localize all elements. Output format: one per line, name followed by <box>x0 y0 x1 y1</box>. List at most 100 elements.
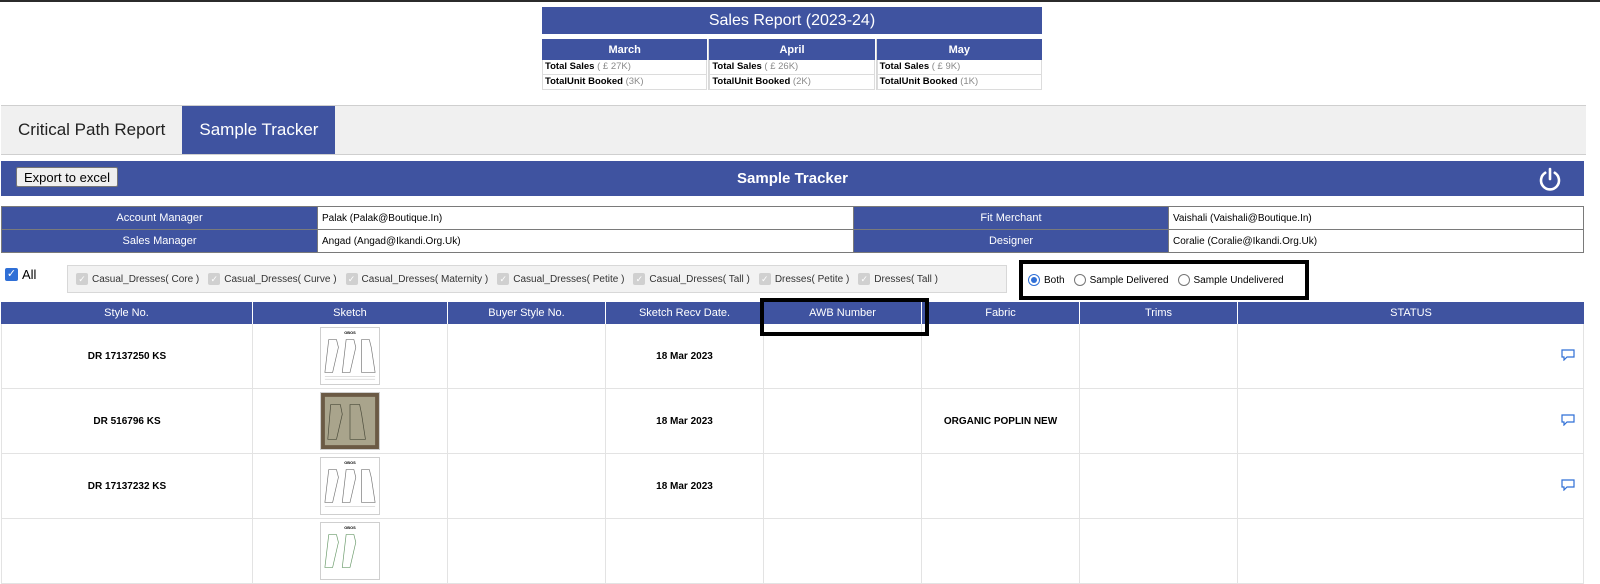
style-no-cell <box>1 519 253 583</box>
table-row: DR 516796 KS 18 Mar 2023 ORGANIC POPLIN … <box>1 389 1584 454</box>
radio-sample-delivered[interactable]: Sample Delivered <box>1073 274 1169 286</box>
total-sales-row: Total Sales ( £ 9K) <box>876 60 1042 75</box>
radio-button[interactable] <box>1073 274 1086 286</box>
checkbox-check-icon: ✓ <box>345 273 358 285</box>
category-checkbox[interactable]: ✓ Casual_Dresses( Petite ) <box>497 273 624 285</box>
export-to-excel-button[interactable]: Export to excel <box>16 167 118 187</box>
all-checkbox-wrap[interactable]: ✓ All <box>5 267 36 282</box>
comment-icon[interactable] <box>1561 349 1575 361</box>
account-manager-value: Palak (Palak@Boutique.In) <box>317 206 854 230</box>
grid-header: Style No. Sketch Buyer Style No. Sketch … <box>1 302 1584 324</box>
trims-cell <box>1080 454 1238 518</box>
category-label: Casual_Dresses( Curve ) <box>224 273 337 285</box>
month-name: March <box>542 39 708 60</box>
units-booked-row: TotalUnit Booked (2K) <box>709 75 875 90</box>
checkbox-check-icon: ✓ <box>497 273 510 285</box>
sketch-cell: OBOS <box>253 519 448 583</box>
header-status[interactable]: STATUS <box>1238 302 1584 324</box>
category-checkbox[interactable]: ✓ Dresses( Tall ) <box>858 273 938 285</box>
buyer-style-no-cell <box>448 519 606 583</box>
delivery-status-radio-group: Both Sample Delivered Sample Undelivered <box>1019 260 1309 300</box>
fit-merchant-label: Fit Merchant <box>853 206 1169 230</box>
awb-number-cell[interactable] <box>764 454 922 518</box>
total-sales-row: Total Sales ( £ 27K) <box>542 60 708 75</box>
awb-number-cell[interactable] <box>764 519 922 583</box>
radio-button[interactable] <box>1028 274 1040 286</box>
checkbox-check-icon: ✓ <box>633 273 646 285</box>
top-border <box>0 0 1600 2</box>
header-awb-number[interactable]: AWB Number <box>764 302 922 324</box>
style-no-cell: DR 17137232 KS <box>1 454 253 518</box>
sketch-thumbnail[interactable]: OBOS <box>320 327 380 385</box>
header-trims[interactable]: Trims <box>1080 302 1238 324</box>
units-booked-label: TotalUnit Booked <box>545 76 623 87</box>
sample-grid: Style No. Sketch Buyer Style No. Sketch … <box>1 302 1584 584</box>
category-checkbox[interactable]: ✓ Dresses( Petite ) <box>758 273 850 285</box>
category-label: Casual_Dresses( Core ) <box>92 273 200 285</box>
category-label: Dresses( Petite ) <box>774 273 850 285</box>
sketch-cell: OBOS <box>253 324 448 388</box>
tab-sample-tracker[interactable]: Sample Tracker <box>182 106 336 154</box>
header-sketch-recv-date[interactable]: Sketch Recv Date. <box>606 302 764 324</box>
status-cell <box>1238 454 1584 518</box>
units-booked-label: TotalUnit Booked <box>879 76 958 87</box>
total-sales-value: ( £ 9K) <box>931 61 961 72</box>
sketch-thumbnail[interactable] <box>320 392 380 450</box>
units-booked-value: (1K) <box>960 76 979 87</box>
month-name: May <box>876 39 1042 60</box>
style-no-cell: DR 516796 KS <box>1 389 253 453</box>
account-manager-label: Account Manager <box>1 206 318 230</box>
header-buyer-style-no[interactable]: Buyer Style No. <box>448 302 606 324</box>
header-style-no[interactable]: Style No. <box>1 302 253 324</box>
total-sales-row: Total Sales ( £ 26K) <box>709 60 875 75</box>
sales-report-title: Sales Report (2023-24) <box>542 7 1042 34</box>
units-booked-row: TotalUnit Booked (1K) <box>876 75 1042 90</box>
recv-date-cell: 18 Mar 2023 <box>606 389 764 453</box>
buyer-style-no-cell <box>448 454 606 518</box>
info-row: Account Manager Palak (Palak@Boutique.In… <box>1 206 1584 230</box>
header-sketch[interactable]: Sketch <box>253 302 448 324</box>
comment-icon[interactable] <box>1561 479 1575 491</box>
team-info-table: Account Manager Palak (Palak@Boutique.In… <box>1 206 1584 253</box>
radio-button[interactable] <box>1177 274 1190 286</box>
sample-tracker-title: Sample Tracker <box>737 170 848 187</box>
designer-value: Coralie (Coralie@Ikandi.Org.Uk) <box>1168 229 1584 253</box>
svg-text:OBOS: OBOS <box>344 526 356 530</box>
category-label: Casual_Dresses( Petite ) <box>513 273 625 285</box>
sketch-thumbnail[interactable]: OBOS <box>320 522 380 580</box>
category-checkbox[interactable]: ✓ Casual_Dresses( Maternity ) <box>345 273 488 285</box>
awb-number-cell[interactable] <box>764 324 922 388</box>
radio-label: Both <box>1044 274 1065 286</box>
svg-text:OBOS: OBOS <box>344 461 356 465</box>
tab-critical-path-report[interactable]: Critical Path Report <box>1 106 182 154</box>
sketch-thumbnail[interactable]: OBOS <box>320 457 380 515</box>
table-row: DR 17137232 KS OBOS 18 Mar 2023 <box>1 454 1584 519</box>
sales-manager-label: Sales Manager <box>1 229 318 253</box>
filter-row: ✓ All ✓ Casual_Dresses( Core ) ✓ Casual_Dr… <box>0 260 1600 302</box>
table-row: DR 17137250 KS OBOS 18 Mar 2023 <box>1 324 1584 389</box>
total-sales-value: ( £ 26K) <box>764 61 799 72</box>
report-tabs: Critical Path Report Sample Tracker <box>1 105 1586 155</box>
sales-months: March Total Sales ( £ 27K) TotalUnit Boo… <box>542 39 1042 90</box>
status-cell <box>1238 519 1584 583</box>
comment-icon[interactable] <box>1561 414 1575 426</box>
radio-sample-undelivered[interactable]: Sample Undelivered <box>1177 274 1284 286</box>
total-sales-value: ( £ 27K) <box>597 61 631 72</box>
header-fabric[interactable]: Fabric <box>922 302 1080 324</box>
category-checkbox[interactable]: ✓ Casual_Dresses( Curve ) <box>208 273 337 285</box>
fabric-cell <box>922 454 1080 518</box>
fabric-cell <box>922 324 1080 388</box>
category-checkbox[interactable]: ✓ Casual_Dresses( Core ) <box>76 273 199 285</box>
power-icon[interactable] <box>1537 166 1563 192</box>
sales-manager-value: Angad (Angad@Ikandi.Org.Uk) <box>317 229 854 253</box>
sample-tracker-bar: Export to excel Sample Tracker <box>1 161 1584 196</box>
awb-number-cell[interactable] <box>764 389 922 453</box>
sketch-cell <box>253 389 448 453</box>
category-checkbox[interactable]: ✓ Casual_Dresses( Tall ) <box>633 273 750 285</box>
all-checkbox[interactable]: ✓ <box>5 268 18 281</box>
radio-both[interactable]: Both <box>1028 274 1065 286</box>
recv-date-cell: 18 Mar 2023 <box>606 454 764 518</box>
radio-label: Sample Undelivered <box>1193 274 1284 286</box>
fabric-cell <box>922 519 1080 583</box>
category-filter-box: ✓ Casual_Dresses( Core ) ✓ Casual_Dresses(… <box>67 265 1007 293</box>
